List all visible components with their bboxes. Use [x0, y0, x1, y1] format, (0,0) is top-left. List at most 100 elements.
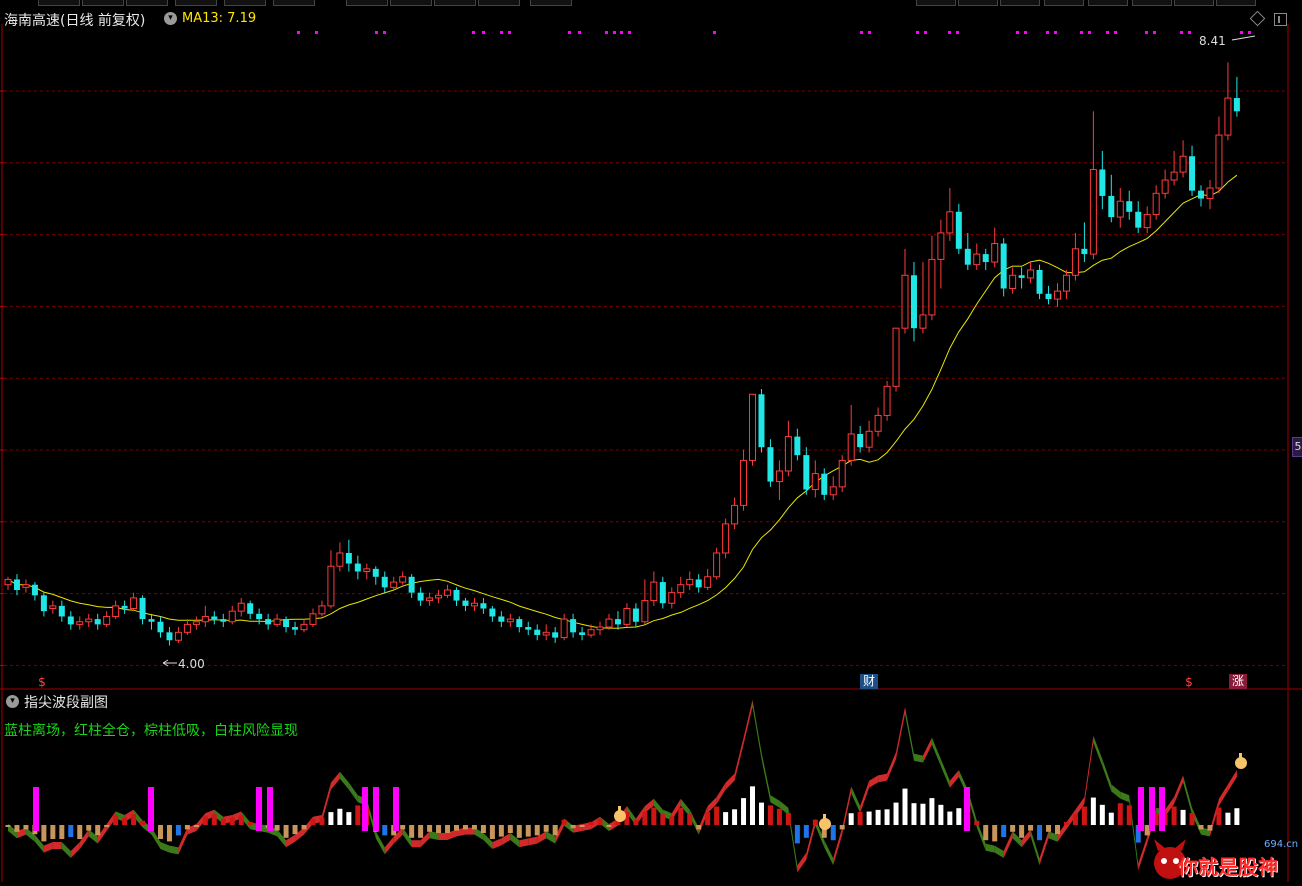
- candle-body-up[interactable]: [426, 597, 434, 602]
- candle-body-down[interactable]: [157, 621, 164, 633]
- event-tag-dollar[interactable]: $: [36, 675, 48, 690]
- candle-body-down[interactable]: [166, 632, 173, 641]
- candle-body-down[interactable]: [480, 603, 487, 609]
- candle-body-up[interactable]: [363, 568, 371, 572]
- candlestick-chart[interactable]: [0, 0, 1302, 690]
- candle-body-up[interactable]: [390, 581, 398, 588]
- event-tag-finance[interactable]: 财: [860, 674, 878, 689]
- candle-body-up[interactable]: [228, 610, 236, 623]
- candle-body-up[interactable]: [686, 578, 694, 586]
- candle-body-down[interactable]: [211, 616, 218, 620]
- candle-body-up[interactable]: [309, 613, 317, 625]
- candle-body-up[interactable]: [327, 565, 335, 607]
- candle-body-up[interactable]: [731, 504, 739, 525]
- candle-body-down[interactable]: [570, 619, 577, 633]
- candle-body-up[interactable]: [740, 459, 748, 506]
- candle-body-up[interactable]: [937, 232, 945, 260]
- candle-body-down[interactable]: [1045, 293, 1052, 300]
- candle-body-down[interactable]: [1000, 243, 1007, 289]
- candle-body-up[interactable]: [76, 621, 84, 625]
- candle-body-up[interactable]: [112, 605, 120, 617]
- candle-body-up[interactable]: [596, 626, 604, 631]
- candle-body-up[interactable]: [1206, 187, 1214, 200]
- candle-body-down[interactable]: [265, 619, 272, 625]
- candle-body-up[interactable]: [668, 592, 676, 604]
- candle-body-down[interactable]: [632, 608, 639, 622]
- candle-body-up[interactable]: [838, 459, 846, 488]
- candle-body-up[interactable]: [192, 621, 200, 625]
- event-tag-limit-up[interactable]: 涨: [1229, 674, 1247, 689]
- candle-body-up[interactable]: [892, 327, 900, 387]
- candle-body-up[interactable]: [811, 473, 819, 491]
- candle-body-down[interactable]: [1081, 248, 1088, 255]
- candle-body-up[interactable]: [677, 584, 685, 594]
- candle-body-down[interactable]: [857, 433, 864, 448]
- candle-body-down[interactable]: [417, 592, 424, 601]
- candle-body-down[interactable]: [552, 632, 559, 638]
- candle-body-up[interactable]: [300, 623, 308, 631]
- candle-body-down[interactable]: [1036, 269, 1043, 294]
- candle-body-down[interactable]: [489, 608, 496, 617]
- candle-body-down[interactable]: [381, 576, 388, 588]
- candle-body-down[interactable]: [1135, 211, 1142, 228]
- candle-body-up[interactable]: [749, 393, 757, 461]
- candle-body-up[interactable]: [1143, 213, 1151, 229]
- candle-body-down[interactable]: [821, 473, 828, 495]
- candle-body-up[interactable]: [928, 258, 936, 316]
- candle-body-down[interactable]: [964, 248, 971, 265]
- candle-body-down[interactable]: [256, 613, 263, 620]
- candle-body-up[interactable]: [444, 589, 452, 596]
- candle-body-up[interactable]: [946, 211, 954, 234]
- candle-body-down[interactable]: [794, 436, 801, 456]
- candle-body-down[interactable]: [614, 619, 621, 625]
- candle-body-up[interactable]: [103, 615, 111, 625]
- candle-body-down[interactable]: [292, 627, 299, 630]
- candle-body-up[interactable]: [587, 629, 595, 636]
- candle-body-down[interactable]: [94, 619, 101, 625]
- candle-body-down[interactable]: [695, 579, 702, 588]
- candle-body-up[interactable]: [1062, 274, 1070, 292]
- event-tag-dollar[interactable]: $: [1183, 675, 1195, 690]
- candle-body-up[interactable]: [85, 618, 93, 623]
- candle-body-up[interactable]: [318, 605, 326, 615]
- candle-body-up[interactable]: [1053, 290, 1061, 300]
- candle-body-down[interactable]: [453, 590, 460, 601]
- candle-body-up[interactable]: [722, 523, 730, 554]
- candle-body-up[interactable]: [847, 433, 855, 461]
- candle-body-down[interactable]: [955, 211, 962, 249]
- candle-body-up[interactable]: [865, 430, 873, 448]
- candle-body-up[interactable]: [174, 631, 182, 641]
- candle-body-down[interactable]: [982, 254, 989, 263]
- candle-body-down[interactable]: [1018, 275, 1025, 278]
- candle-body-up[interactable]: [1179, 155, 1187, 173]
- candle-body-up[interactable]: [506, 618, 514, 623]
- candle-body-down[interactable]: [1233, 98, 1240, 112]
- candle-body-down[interactable]: [1099, 169, 1106, 196]
- candle-body-up[interactable]: [542, 631, 550, 636]
- candle-body-up[interactable]: [704, 576, 712, 588]
- candle-body-up[interactable]: [919, 314, 927, 329]
- candle-body-down[interactable]: [910, 275, 917, 329]
- candle-body-up[interactable]: [201, 615, 209, 623]
- candle-body-down[interactable]: [121, 605, 128, 609]
- candle-body-down[interactable]: [1189, 156, 1196, 191]
- candle-body-down[interactable]: [659, 582, 666, 604]
- candle-body-up[interactable]: [183, 623, 191, 633]
- candle-body-down[interactable]: [58, 605, 65, 617]
- candle-body-up[interactable]: [336, 552, 344, 567]
- candle-body-up[interactable]: [470, 602, 478, 607]
- candle-body-up[interactable]: [1071, 248, 1079, 276]
- candle-body-up[interactable]: [1170, 171, 1178, 181]
- candle-body-down[interactable]: [1198, 190, 1205, 199]
- candle-body-up[interactable]: [1027, 269, 1035, 279]
- candle-body-up[interactable]: [829, 486, 837, 496]
- candle-body-up[interactable]: [623, 608, 631, 625]
- candle-body-up[interactable]: [399, 576, 407, 583]
- candle-body-up[interactable]: [973, 253, 981, 266]
- candle-body-up[interactable]: [273, 618, 281, 625]
- candle-body-down[interactable]: [525, 627, 532, 630]
- candle-body-down[interactable]: [462, 600, 469, 606]
- candle-body-up[interactable]: [1009, 274, 1017, 289]
- candle-body-down[interactable]: [148, 619, 155, 622]
- candle-body-up[interactable]: [1161, 179, 1169, 194]
